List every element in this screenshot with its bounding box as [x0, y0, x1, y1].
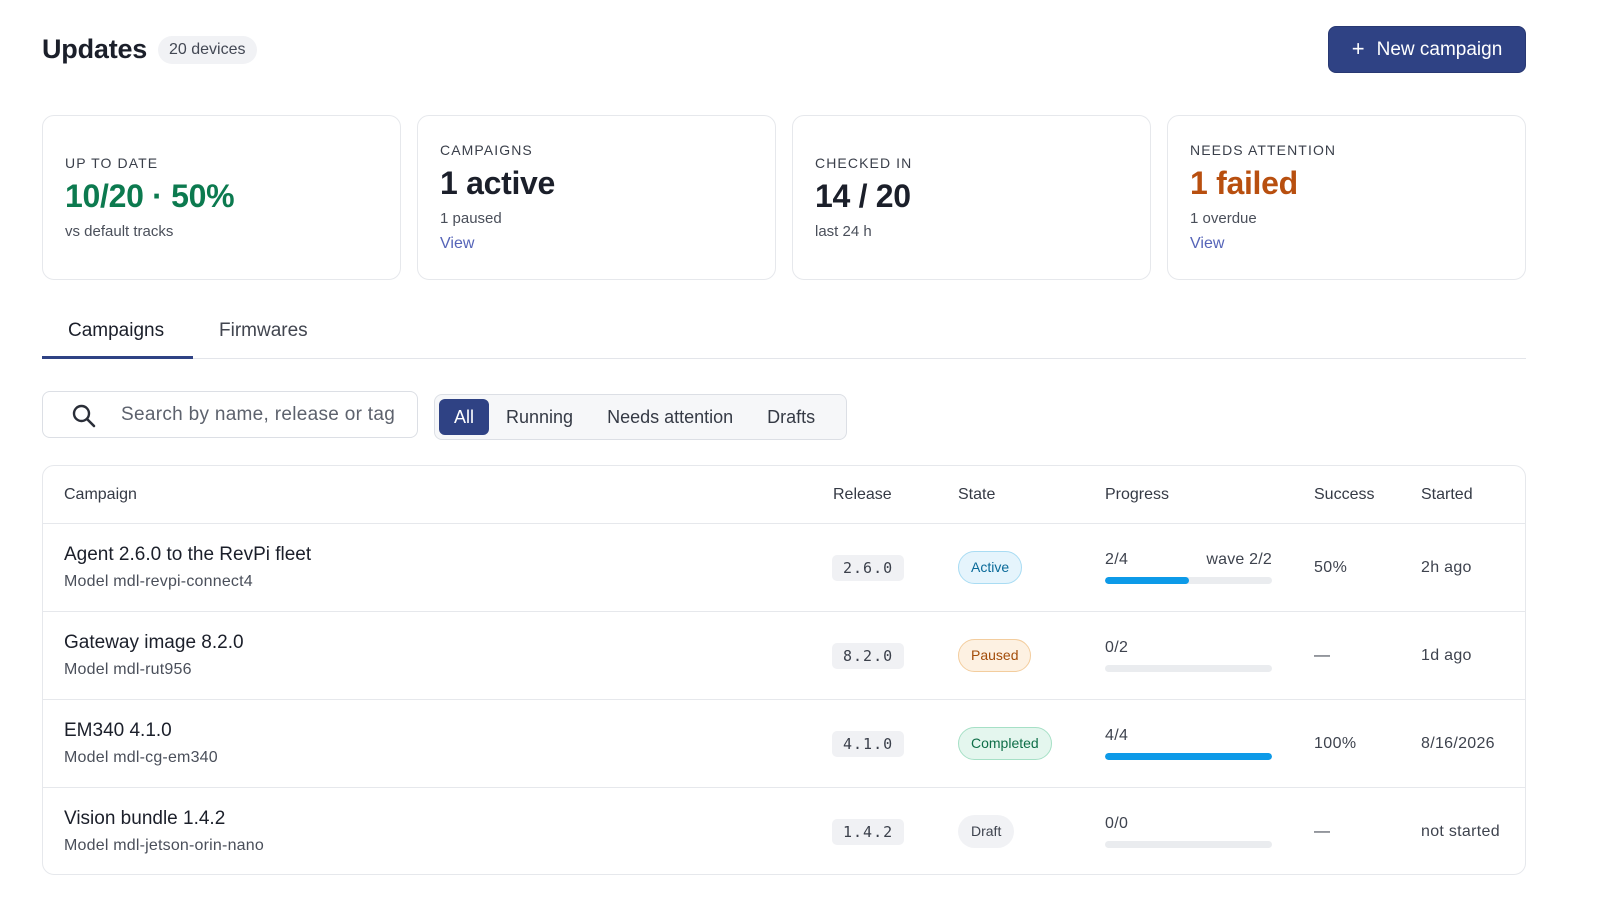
- campaign-name[interactable]: Gateway image 8.2.0: [64, 632, 244, 654]
- table-row[interactable]: Agent 2.6.0 to the RevPi fleet Model mdl…: [43, 524, 1525, 612]
- view-attention-link[interactable]: View: [1190, 235, 1503, 253]
- stat-card-up-to-date: UP TO DATE 10/20 · 50% vs default tracks: [42, 115, 401, 280]
- state-badge: Paused: [958, 639, 1032, 672]
- stat-card-campaigns: CAMPAIGNS 1 active 1 paused View: [417, 115, 776, 280]
- filter-drafts[interactable]: Drafts: [750, 399, 832, 435]
- success-rate: —: [1314, 823, 1331, 840]
- filter-running[interactable]: Running: [489, 399, 590, 435]
- search-input[interactable]: [121, 400, 401, 430]
- started-time: 8/16/2026: [1421, 735, 1495, 752]
- stat-sub: vs default tracks: [65, 223, 174, 240]
- campaign-model: Model mdl-revpi-connect4: [64, 573, 253, 590]
- state-filter: All Running Needs attention Drafts: [434, 394, 847, 440]
- success-rate: 50%: [1314, 559, 1348, 576]
- view-campaigns-link[interactable]: View: [440, 235, 753, 253]
- stat-value: 1 failed: [1190, 165, 1298, 201]
- progress-count: 2/4: [1105, 551, 1129, 568]
- campaign-model: Model mdl-jetson-orin-nano: [64, 837, 264, 854]
- table-row[interactable]: EM340 4.1.0 Model mdl-cg-em340 4.1.0 Com…: [43, 700, 1525, 788]
- search-box: [42, 391, 418, 438]
- progress-bar: [1105, 665, 1272, 672]
- new-campaign-label: New campaign: [1376, 38, 1503, 60]
- stat-label: NEEDS ATTENTION: [1190, 142, 1337, 158]
- stat-sub: 1 overdue: [1190, 210, 1257, 227]
- campaign-name[interactable]: EM340 4.1.0: [64, 720, 172, 742]
- stat-value: 1 active: [440, 165, 556, 201]
- stat-value: 14 / 20: [815, 178, 911, 214]
- filter-all[interactable]: All: [439, 399, 490, 435]
- new-campaign-button[interactable]: + New campaign: [1328, 26, 1526, 73]
- campaigns-table: Campaign Release State Progress Success …: [42, 465, 1526, 875]
- progress-bar: [1105, 577, 1272, 584]
- stat-label: CHECKED IN: [815, 155, 913, 171]
- plus-icon: +: [1351, 35, 1365, 61]
- progress-fill: [1105, 577, 1189, 584]
- state-badge: Draft: [958, 815, 1015, 848]
- tab-campaigns[interactable]: Campaigns: [68, 320, 164, 358]
- campaign-name[interactable]: Agent 2.6.0 to the RevPi fleet: [64, 544, 311, 566]
- search-icon: [72, 404, 96, 428]
- started-time: 1d ago: [1421, 647, 1472, 664]
- release-tag: 4.1.0: [832, 731, 905, 757]
- campaign-name[interactable]: Vision bundle 1.4.2: [64, 808, 225, 830]
- stat-card-needs-attention: NEEDS ATTENTION 1 failed 1 overdue View: [1167, 115, 1526, 280]
- state-badge: Active: [958, 551, 1023, 584]
- progress-count: 0/0: [1105, 815, 1129, 832]
- page-header: Updates 20 devices + New campaign: [42, 26, 1526, 74]
- campaign-model: Model mdl-cg-em340: [64, 749, 218, 766]
- stat-card-checked-in: CHECKED IN 14 / 20 last 24 h: [792, 115, 1151, 280]
- device-count-badge: 20 devices: [158, 36, 257, 64]
- state-badge: Completed: [958, 727, 1052, 760]
- tab-firmwares[interactable]: Firmwares: [219, 320, 308, 358]
- success-rate: 100%: [1314, 735, 1357, 752]
- progress-wave: wave 2/2: [1206, 551, 1272, 568]
- column-header-started[interactable]: Started: [1421, 486, 1473, 504]
- success-rate: —: [1314, 647, 1331, 664]
- column-header-state[interactable]: State: [958, 486, 995, 504]
- stat-label: UP TO DATE: [65, 155, 159, 171]
- release-tag: 1.4.2: [832, 819, 905, 845]
- release-tag: 2.6.0: [832, 555, 905, 581]
- column-header-success[interactable]: Success: [1314, 486, 1374, 504]
- progress-bar: [1105, 841, 1272, 848]
- stat-sub: last 24 h: [815, 223, 872, 240]
- campaign-model: Model mdl-rut956: [64, 661, 192, 678]
- progress-count: 0/2: [1105, 639, 1129, 656]
- filter-needs-attention[interactable]: Needs attention: [590, 399, 750, 435]
- table-header: Campaign Release State Progress Success …: [43, 466, 1525, 524]
- page-title: Updates: [42, 34, 148, 64]
- stat-label: CAMPAIGNS: [440, 142, 533, 158]
- stat-sub: 1 paused: [440, 210, 502, 227]
- started-time: not started: [1421, 823, 1500, 840]
- column-header-campaign[interactable]: Campaign: [64, 486, 137, 504]
- column-header-progress[interactable]: Progress: [1105, 486, 1169, 504]
- column-header-release[interactable]: Release: [833, 486, 892, 504]
- progress-bar: [1105, 753, 1272, 760]
- progress-count: 4/4: [1105, 727, 1129, 744]
- progress-fill: [1105, 753, 1272, 760]
- stat-value: 10/20 · 50%: [65, 178, 235, 214]
- stats-cards: UP TO DATE 10/20 · 50% vs default tracks…: [42, 115, 1526, 280]
- tab-bar: Campaigns Firmwares: [42, 310, 1526, 359]
- release-tag: 8.2.0: [832, 643, 905, 669]
- table-row[interactable]: Vision bundle 1.4.2 Model mdl-jetson-ori…: [43, 788, 1525, 874]
- table-row[interactable]: Gateway image 8.2.0 Model mdl-rut956 8.2…: [43, 612, 1525, 700]
- active-tab-indicator: [42, 356, 193, 359]
- started-time: 2h ago: [1421, 559, 1472, 576]
